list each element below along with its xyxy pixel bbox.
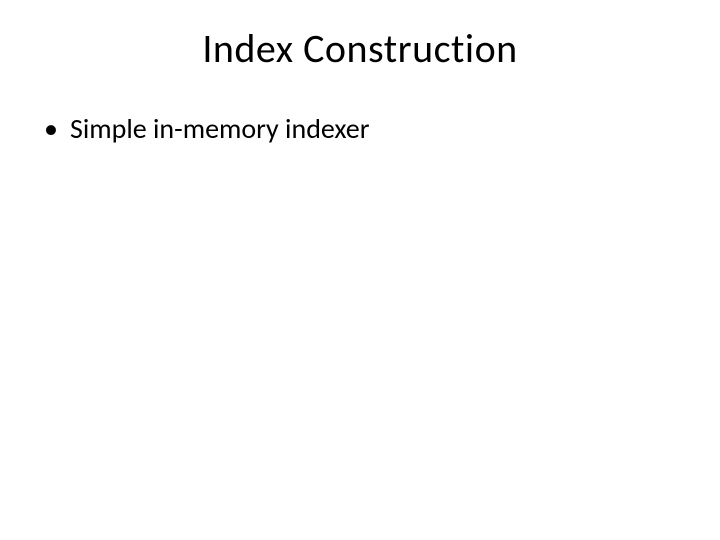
list-item: • Simple in-memory indexer — [40, 111, 720, 147]
bullet-text: Simple in-memory indexer — [70, 111, 370, 147]
bullet-icon: • — [44, 111, 58, 147]
slide-title: Index Construction — [0, 0, 720, 85]
slide-content: • Simple in-memory indexer — [0, 85, 720, 147]
